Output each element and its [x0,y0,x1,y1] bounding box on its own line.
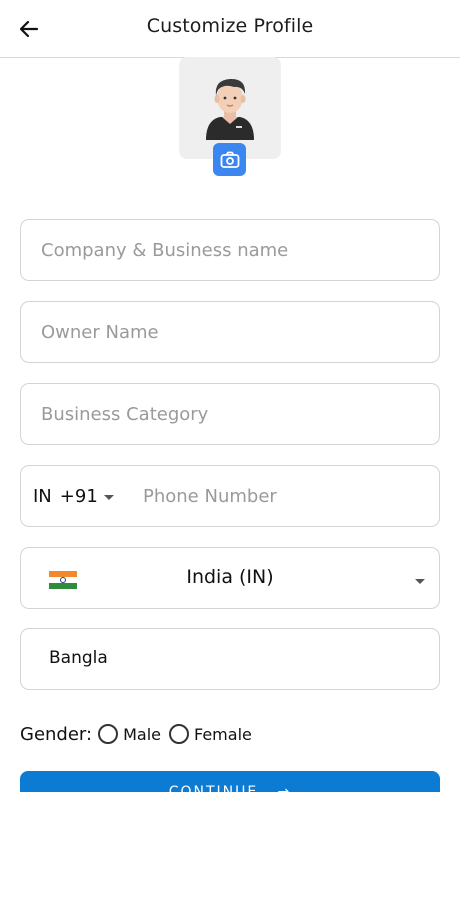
page-title: Customize Profile [146,15,314,37]
phone-field[interactable]: IN +91 [20,465,440,527]
user-avatar-icon [206,78,254,140]
country-select[interactable]: India (IN) [20,547,440,609]
owner-name-input[interactable] [21,302,439,362]
camera-icon [220,151,239,168]
gender-option-male[interactable]: Male [98,724,161,744]
gender-option-label: Female [194,724,252,744]
country-code-dropdown[interactable]: IN +91 [33,466,114,526]
company-name-input[interactable] [21,220,439,280]
gender-group: Gender: Male Female [20,720,260,748]
change-photo-button[interactable] [213,143,246,176]
radio-female[interactable] [169,724,189,744]
business-category-input[interactable] [21,384,439,444]
chevron-down-icon [415,579,425,584]
business-category-field[interactable] [20,383,440,445]
arrow-right-icon: → [264,784,292,792]
continue-button-container: CONTINUE → [20,771,440,792]
gender-option-label: Male [123,724,161,744]
continue-button[interactable]: CONTINUE → [20,771,440,792]
country-code-label: IN [33,485,52,507]
dial-code: +91 [59,485,98,507]
continue-label: CONTINUE [168,784,259,792]
language-field[interactable]: Bangla [20,628,440,690]
language-value: Bangla [49,648,108,668]
radio-male[interactable] [98,724,119,744]
owner-name-field[interactable] [20,301,440,363]
phone-number-input[interactable] [143,466,439,526]
gender-label: Gender: [20,723,93,745]
gender-option-female[interactable]: Female [169,724,252,744]
country-value: India (IN) [186,566,274,588]
app-header: Customize Profile [0,0,460,58]
company-name-field[interactable] [20,219,440,281]
chevron-down-icon [103,495,114,500]
